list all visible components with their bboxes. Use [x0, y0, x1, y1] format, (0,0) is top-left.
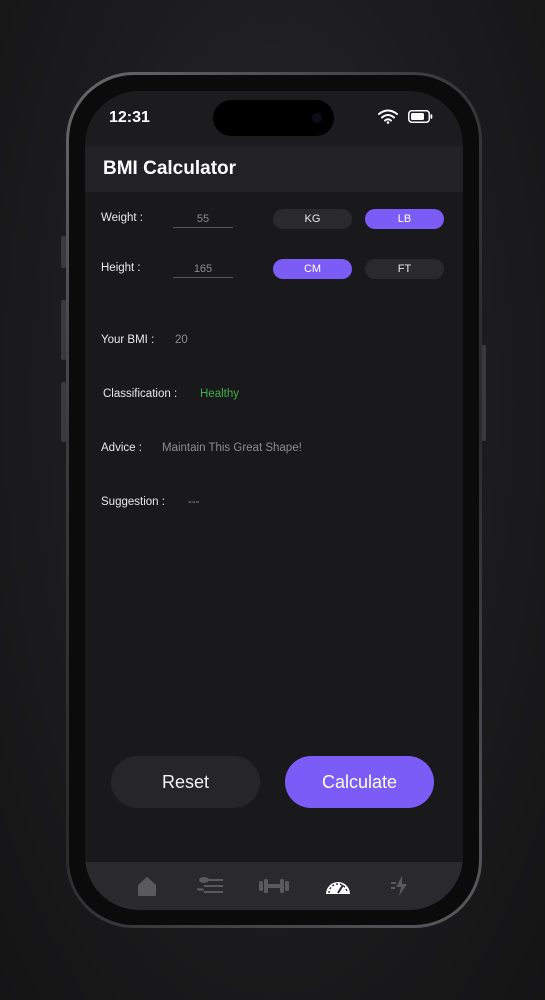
tab-home[interactable] — [131, 870, 163, 902]
calculate-button[interactable]: Calculate — [285, 756, 434, 808]
advice-value: Maintain This Great Shape! — [162, 442, 302, 454]
battery-icon — [408, 110, 433, 123]
phone-screen: 12:31 BMI Calculator Weight : KG LB Heig… — [85, 91, 463, 910]
status-icons — [378, 109, 433, 124]
tab-bar — [85, 862, 463, 910]
wifi-icon — [378, 109, 398, 124]
tab-workout[interactable] — [258, 870, 290, 902]
kg-unit-button[interactable]: KG — [273, 209, 352, 229]
ft-unit-button[interactable]: FT — [365, 259, 444, 279]
bmi-value: 20 — [175, 334, 188, 346]
height-input[interactable] — [173, 260, 233, 278]
tab-diet[interactable] — [194, 870, 226, 902]
diet-icon — [197, 877, 224, 893]
tab-activity[interactable] — [385, 870, 417, 902]
advice-label: Advice : — [101, 442, 142, 454]
activity-icon — [391, 876, 408, 896]
dynamic-island — [213, 100, 334, 136]
suggestion-label: Suggestion : — [101, 496, 165, 508]
speedometer-icon — [325, 882, 350, 894]
lb-unit-button[interactable]: LB — [365, 209, 444, 229]
status-time: 12:31 — [109, 109, 150, 126]
classification-label: Classification : — [103, 388, 178, 400]
suggestion-value: --- — [188, 496, 200, 508]
reset-button[interactable]: Reset — [111, 756, 260, 808]
cm-unit-button[interactable]: CM — [273, 259, 352, 279]
height-label: Height : — [101, 262, 141, 274]
weight-input[interactable] — [173, 210, 233, 228]
main-content: Weight : KG LB Height : CM FT Your BMI :… — [85, 192, 463, 862]
weight-label: Weight : — [101, 212, 143, 224]
app-header: BMI Calculator — [85, 146, 463, 192]
classification-value: Healthy — [200, 388, 239, 400]
home-icon — [137, 877, 156, 896]
page-title: BMI Calculator — [103, 158, 237, 179]
dumbbell-icon — [258, 879, 289, 893]
tab-bmi[interactable] — [322, 870, 354, 902]
bmi-label: Your BMI : — [101, 334, 155, 346]
